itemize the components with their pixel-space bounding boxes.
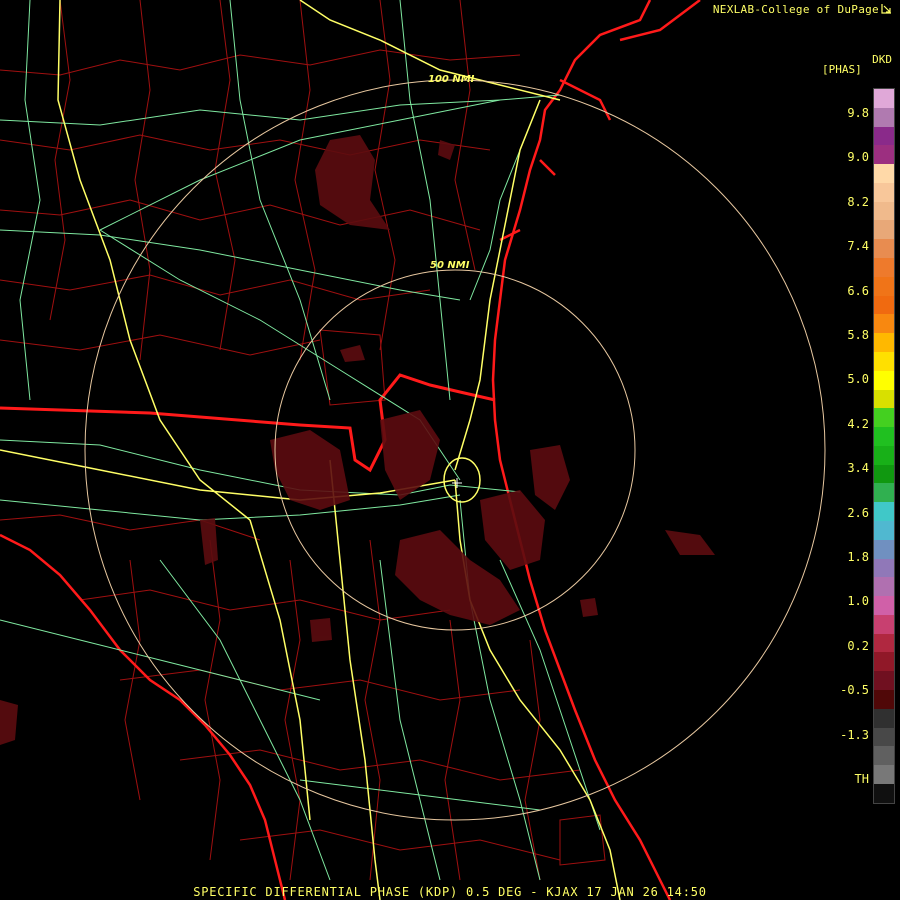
product-code: DKD [872,53,892,66]
color-scale-tick-label: 0.2 [847,638,869,653]
ring-label-100: 100 NMI [428,74,475,85]
credit-header: NEXLAB-College of DuPage [713,3,892,16]
color-scale-swatch [874,201,894,221]
color-scale-swatch [874,464,894,484]
color-scale-swatch [874,389,894,409]
color-scale-swatch [874,370,894,390]
color-scale-swatch [874,126,894,146]
color-scale-swatch [874,445,894,465]
color-scale-swatch [874,633,894,653]
color-scale-tick-label: 7.4 [847,239,869,254]
color-scale-tick-label: 4.2 [847,416,869,431]
color-scale-swatch [874,164,894,183]
color-scale-tick-label: 5.8 [847,328,869,342]
color-scale-swatch [874,408,894,428]
color-scale-swatch [874,314,894,334]
color-scale-tick-label: TH [854,772,869,786]
color-scale-tick-label: 9.0 [847,150,869,165]
color-scale-swatch [874,427,894,446]
product-caption: SPECIFIC DIFFERENTIAL PHASE (KDP) 0.5 DE… [193,885,707,899]
color-scale-swatch [874,220,894,240]
color-scale-tick-label: 3.4 [847,461,869,476]
color-scale-swatch [874,239,894,259]
color-scale-tick-label: -0.5 [840,683,869,698]
color-scale-swatch [874,727,894,747]
legend-unit: [PHAS] [822,63,862,76]
color-scale-swatch [874,783,894,803]
color-scale-swatch [874,577,894,597]
color-scale-swatch [874,89,894,108]
color-scale-swatch [874,652,894,672]
color-scale-swatch [874,351,894,371]
color-scale-tick-label: 9.8 [847,106,869,120]
color-scale-swatch [874,145,894,165]
credit-text: NEXLAB-College of DuPage [712,3,879,16]
color-scale-swatch [874,483,894,503]
color-scale-swatch [874,502,894,521]
color-scale-swatch [874,690,894,709]
color-scale-tick-label: 2.6 [847,505,869,520]
color-scale-swatch [874,558,894,578]
cod-logo-icon [881,4,891,14]
color-scale-swatch [874,671,894,690]
color-scale-swatch [874,746,894,766]
ring-label-50: 50 NMI [430,260,470,271]
color-scale-swatch [874,708,894,728]
color-scale-swatch [874,596,894,615]
color-scale-swatch [874,107,894,127]
color-scale-swatch [874,765,894,784]
radar-map: 50 NMI 100 NMI [0,0,900,900]
color-scale-swatch [874,539,894,559]
color-scale-tick-label: 8.2 [847,194,869,209]
color-scale-tick-label: 6.6 [847,283,869,298]
color-scale-bar [873,88,895,804]
color-scale-swatch [874,295,894,315]
color-scale-tick-label: 1.8 [847,550,869,564]
color-scale-swatch [874,182,894,202]
color-scale-swatch [874,258,894,277]
color-scale-swatch [874,333,894,352]
color-scale-tick-label: -1.3 [840,727,869,742]
color-scale-swatch [874,614,894,634]
color-scale-swatch [874,276,894,296]
color-scale-tick-label: 1.0 [847,594,869,609]
color-scale-swatch [874,520,894,540]
color-scale-tick-label: 5.0 [847,372,869,387]
